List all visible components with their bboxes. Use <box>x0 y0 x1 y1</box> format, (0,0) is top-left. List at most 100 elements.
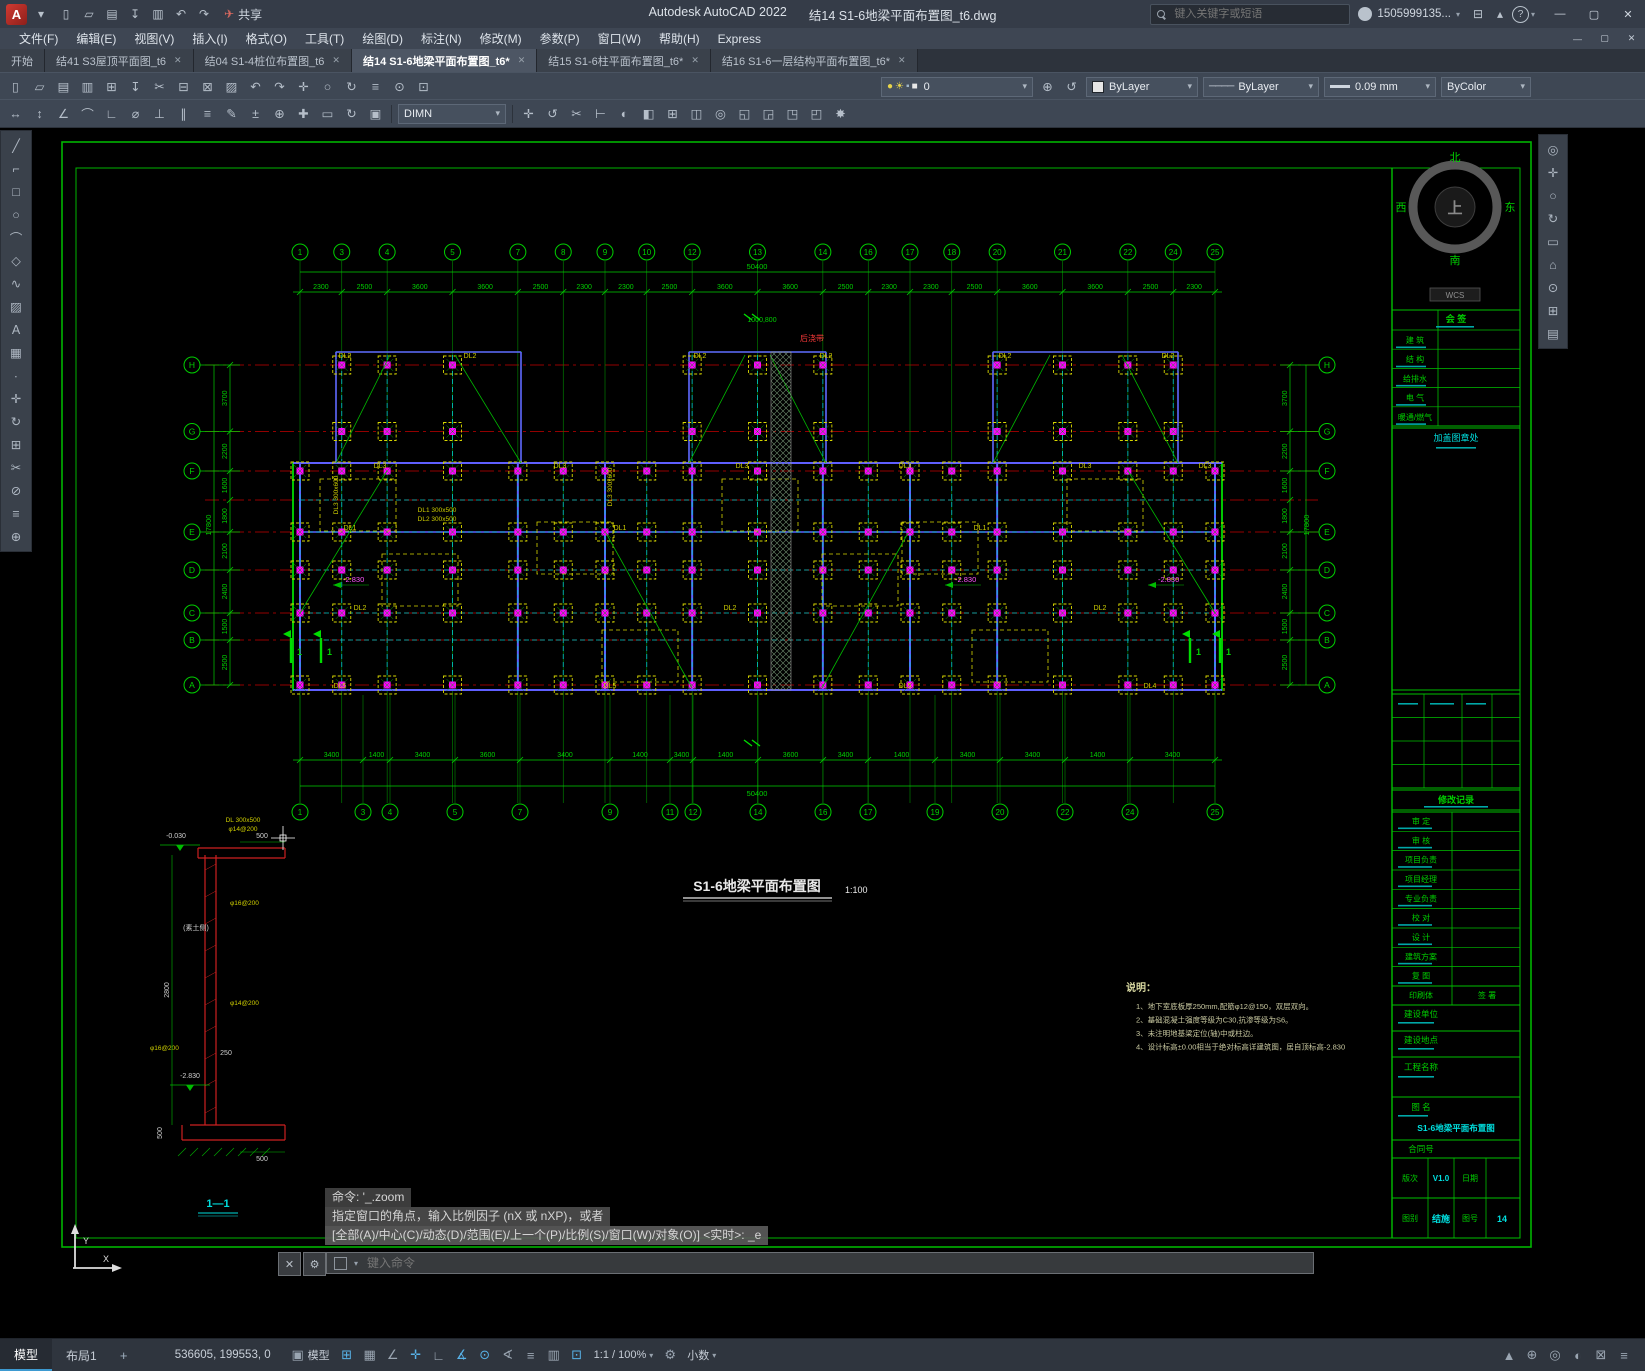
account-button[interactable]: 1505999135... ▾ <box>1358 7 1460 21</box>
annotation-scale-button[interactable]: 1:1 / 100% ▾ <box>588 1349 660 1361</box>
table-tool-icon[interactable]: ▦ <box>5 342 27 363</box>
match-properties-icon[interactable]: ▨ <box>220 76 243 97</box>
ordinate-dimension-icon[interactable]: ⊥ <box>148 103 171 124</box>
menu-item-4[interactable]: 格式(O) <box>237 28 296 49</box>
file-tab-0[interactable]: 开始 <box>0 49 45 72</box>
share-button[interactable]: ✈ 共享 <box>224 6 262 23</box>
save-as-icon[interactable]: ↧ <box>124 4 146 24</box>
pan-hand-icon[interactable]: ✛ <box>1542 162 1564 183</box>
tab-close-icon[interactable]: ✕ <box>174 55 182 66</box>
minimize-button[interactable]: — <box>1543 0 1577 28</box>
properties-icon[interactable]: ≡ <box>364 76 387 97</box>
redo-icon[interactable]: ↷ <box>268 76 291 97</box>
dynamic-input-icon[interactable]: ✛ <box>405 1347 427 1363</box>
plot-icon[interactable]: ▥ <box>147 4 169 24</box>
help-icon[interactable]: ? <box>1511 5 1529 23</box>
layer-lock-icon[interactable]: ▪ <box>906 81 910 92</box>
cart-icon[interactable]: ⊟ <box>1468 7 1488 21</box>
make-object-layer-current-icon[interactable]: ⊕ <box>1036 76 1059 97</box>
file-tab-4[interactable]: 结15 S1-6柱平面布置图_t6* ✕ <box>537 49 711 72</box>
polar-tracking-icon[interactable]: ∡ <box>451 1347 473 1363</box>
maximize-button[interactable]: ▢ <box>1591 28 1618 49</box>
model-tab[interactable]: 模型 <box>0 1339 53 1371</box>
navigation-wheel-icon[interactable]: ◎ <box>1542 139 1564 160</box>
zoom-extents-icon[interactable]: ○ <box>1542 185 1564 206</box>
polyline-tool-icon[interactable]: ⌐ <box>5 158 27 179</box>
grid-icon[interactable]: ⊞ <box>336 1347 358 1363</box>
undo-icon[interactable]: ↶ <box>170 4 192 24</box>
layer-color-swatch[interactable]: ■ <box>912 81 918 92</box>
menu-item-8[interactable]: 修改(M) <box>471 28 531 49</box>
osnap-icon[interactable]: ⊙ <box>388 76 411 97</box>
snap-mode-icon[interactable]: ▦ <box>359 1347 381 1363</box>
dimension-text-edit-icon[interactable]: ▭ <box>316 103 339 124</box>
file-tab-3[interactable]: 结14 S1-6地梁平面布置图_t6* ✕ <box>351 49 538 72</box>
search-box[interactable] <box>1150 3 1351 25</box>
dimension-style-icon[interactable]: ▣ <box>364 103 387 124</box>
extend-icon[interactable]: ⊢ <box>589 103 612 124</box>
point-tool-icon[interactable]: ∙ <box>5 365 27 386</box>
sheet-icon[interactable]: ▤ <box>1542 323 1564 344</box>
save-icon[interactable]: ▤ <box>52 76 75 97</box>
leader-icon[interactable]: ✎ <box>220 103 243 124</box>
orbit-icon[interactable]: ↻ <box>1542 208 1564 229</box>
join-icon[interactable]: ◰ <box>805 103 828 124</box>
trim-icon[interactable]: ✂ <box>565 103 588 124</box>
linear-dimension-icon[interactable]: ↔ <box>4 103 27 124</box>
menu-item-2[interactable]: 视图(V) <box>125 28 183 49</box>
cut-icon[interactable]: ✂ <box>148 76 171 97</box>
close-button[interactable]: ✕ <box>1611 0 1645 28</box>
infer-constraints-icon[interactable]: ∠ <box>382 1347 404 1363</box>
break-icon[interactable]: ◳ <box>781 103 804 124</box>
hatch-tool-icon[interactable]: ▨ <box>5 296 27 317</box>
transparency-icon[interactable]: ▥ <box>543 1347 565 1363</box>
grid-nav-icon[interactable]: ⊞ <box>1542 300 1564 321</box>
selection-cycling-icon[interactable]: ⊡ <box>566 1347 588 1363</box>
dimension-edit-icon[interactable]: ✚ <box>292 103 315 124</box>
erase-tool-icon[interactable]: ⊘ <box>5 480 27 501</box>
new-file-icon[interactable]: ▯ <box>4 76 27 97</box>
file-tab-2[interactable]: 结04 S1-4桩位布置图_t6 ✕ <box>193 49 352 72</box>
tab-close-icon[interactable]: ✕ <box>691 55 699 66</box>
menu-item-0[interactable]: 文件(F) <box>10 28 67 49</box>
workspace-gear-icon[interactable]: ⚙ <box>659 1339 681 1371</box>
rotate-tool-icon[interactable]: ↻ <box>5 411 27 432</box>
zoom-icon[interactable]: ○ <box>316 76 339 97</box>
aligned-dimension-icon[interactable]: ↕ <box>28 103 51 124</box>
tab-close-icon[interactable]: ✕ <box>332 55 340 66</box>
move-tool-icon[interactable]: ✛ <box>5 388 27 409</box>
color-dropdown[interactable]: ByLayer ▾ <box>1086 76 1198 97</box>
open-file-icon[interactable]: ▱ <box>28 76 51 97</box>
drawing-viewport[interactable]: 1 3 4 5 7 8 9 10 12 13 14 16 17 18 20 21 22 24 252300 2500 3… <box>0 126 1645 1339</box>
command-input[interactable] <box>365 1255 1306 1271</box>
steering-icon[interactable]: ⊙ <box>1542 277 1564 298</box>
layer-dropdown[interactable]: ● ☀ ▪ ■ 0 ▾ <box>881 76 1033 97</box>
units-button[interactable]: 小数 ▾ <box>681 1347 722 1363</box>
dimension-update-icon[interactable]: ↻ <box>340 103 363 124</box>
minimize-button[interactable]: — <box>1564 28 1591 49</box>
file-tab-1[interactable]: 结41 S3屋顶平面图_t6 ✕ <box>45 49 194 72</box>
copy-icon[interactable]: ⊟ <box>172 76 195 97</box>
osnap-icon[interactable]: ⊙ <box>474 1347 496 1363</box>
plot-icon[interactable]: ▥ <box>76 76 99 97</box>
menu-item-10[interactable]: 窗口(W) <box>589 28 650 49</box>
center-mark-icon[interactable]: ⊕ <box>268 103 291 124</box>
polygon-tool-icon[interactable]: ◇ <box>5 250 27 271</box>
close-button[interactable]: ✕ <box>1618 28 1645 49</box>
angular-dimension-icon[interactable]: ∠ <box>52 103 75 124</box>
circle-tool-icon[interactable]: ○ <box>5 204 27 225</box>
notification-icon[interactable]: ▴ <box>1490 7 1510 21</box>
menu-item-6[interactable]: 绘图(D) <box>353 28 412 49</box>
stretch-icon[interactable]: ◲ <box>757 103 780 124</box>
continue-dimension-icon[interactable]: ≡ <box>196 103 219 124</box>
otrack-icon[interactable]: ∢ <box>497 1347 519 1363</box>
show-motion-icon[interactable]: ⌂ <box>1542 254 1564 275</box>
line-tool-icon[interactable]: ╱ <box>5 135 27 156</box>
fillet-icon[interactable]: ◐ <box>613 103 636 124</box>
menu-item-11[interactable]: 帮助(H) <box>650 28 709 49</box>
open-file-icon[interactable]: ▱ <box>78 4 100 24</box>
layer-on-icon[interactable]: ● <box>887 81 893 92</box>
file-tab-5[interactable]: 结16 S1-6一层结构平面布置图_t6* ✕ <box>710 49 918 72</box>
lineweight-dropdown[interactable]: 0.09 mm ▾ <box>1324 76 1436 97</box>
menu-item-5[interactable]: 工具(T) <box>296 28 353 49</box>
